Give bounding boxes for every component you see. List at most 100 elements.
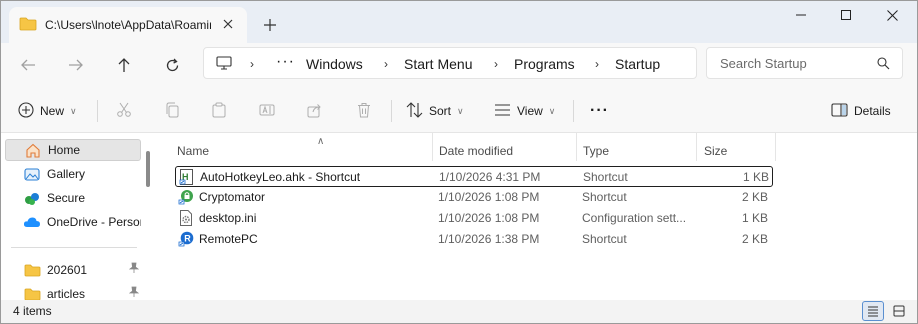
svg-text:R: R: [184, 234, 191, 244]
file-name: Cryptomator: [199, 190, 266, 204]
file-row-desktop-ini[interactable]: desktop.ini 1/10/2026 1:08 PM Configurat…: [175, 208, 773, 229]
close-tab-icon[interactable]: [219, 15, 237, 33]
address-bar[interactable]: › ··· Windows › Start Menu › Programs › …: [203, 47, 697, 79]
file-size: 2 KB: [741, 190, 768, 204]
remotepc-icon: R: [178, 231, 194, 247]
view-button[interactable]: View ∨: [494, 100, 555, 122]
column-header-type[interactable]: Type: [583, 139, 693, 163]
file-date: 1/10/2026 4:31 PM: [439, 170, 541, 184]
new-tab-button[interactable]: [259, 14, 281, 36]
settings-file-icon: [178, 210, 194, 226]
chevron-right-icon: ›: [250, 57, 254, 71]
copy-icon: [164, 102, 180, 121]
folder-icon: [23, 262, 41, 278]
file-name: RemotePC: [199, 232, 258, 246]
home-icon: [24, 142, 42, 158]
file-type: Shortcut: [582, 232, 627, 246]
search-icon: [877, 57, 890, 73]
column-header-label: Date modified: [439, 144, 514, 158]
breadcrumb-start-menu[interactable]: Start Menu: [404, 56, 472, 72]
scissors-icon: [116, 102, 132, 121]
file-name: AutoHotkeyLeo.ahk - Shortcut: [200, 170, 361, 184]
pin-icon[interactable]: [128, 262, 140, 277]
chevron-down-icon: ∨: [548, 105, 556, 116]
navigation-bar: › ··· Windows › Start Menu › Programs › …: [1, 43, 917, 86]
large-icons-view-button[interactable]: [888, 301, 910, 321]
sort-button[interactable]: Sort ∨: [406, 100, 464, 122]
more-icon: ···: [590, 102, 609, 119]
sidebar-item-label: Gallery: [47, 167, 86, 181]
column-divider[interactable]: [775, 133, 776, 161]
file-size: 1 KB: [741, 211, 768, 225]
delete-button[interactable]: [356, 100, 372, 122]
details-button[interactable]: Details: [831, 100, 891, 122]
copy-button[interactable]: [164, 100, 180, 122]
sidebar-item-onedrive[interactable]: OneDrive - Personal: [5, 211, 141, 233]
command-bar: New ∨ Sort ∨ View ∨ ··· Details: [1, 86, 917, 133]
sidebar-item-secure[interactable]: Secure: [5, 187, 141, 209]
breadcrumb-overflow[interactable]: ···: [276, 53, 295, 71]
chevron-down-icon: ∨: [457, 105, 464, 116]
sidebar-item-label: Home: [48, 143, 81, 157]
file-explorer-window: C:\Users\lnote\AppData\Roaming\Microsoft: [0, 0, 918, 324]
search-box[interactable]: Search Startup: [706, 47, 903, 79]
minimize-button[interactable]: [781, 5, 821, 25]
file-date: 1/10/2026 1:38 PM: [438, 232, 540, 246]
cut-button[interactable]: [116, 100, 132, 122]
gallery-icon: [23, 166, 41, 182]
close-window-button[interactable]: [872, 5, 912, 25]
file-size: 1 KB: [742, 170, 769, 184]
title-bar: C:\Users\lnote\AppData\Roaming\Microsoft: [1, 1, 917, 43]
column-header-date[interactable]: Date modified: [439, 139, 579, 163]
file-date: 1/10/2026 1:08 PM: [438, 190, 540, 204]
file-row-autohotkey[interactable]: H AutoHotkeyLeo.ahk - Shortcut 1/10/2026…: [175, 166, 773, 187]
sidebar-scrollbar[interactable]: [146, 151, 150, 187]
sidebar-item-202601[interactable]: 202601: [5, 259, 141, 281]
back-button[interactable]: [13, 51, 43, 79]
sort-label: Sort: [429, 104, 452, 118]
tab-current-folder[interactable]: C:\Users\lnote\AppData\Roaming\Microsoft: [9, 7, 247, 43]
share-button[interactable]: [307, 100, 323, 122]
column-header-size[interactable]: Size: [704, 139, 774, 163]
details-view-icon: [868, 306, 878, 317]
secure-icon: [23, 190, 41, 206]
pin-icon[interactable]: [128, 286, 140, 301]
breadcrumb-windows[interactable]: Windows: [306, 56, 363, 72]
ahk-file-icon: H: [179, 169, 195, 185]
more-options-button[interactable]: ···: [590, 100, 609, 122]
chevron-right-icon: ›: [595, 57, 599, 71]
details-view-button[interactable]: [862, 301, 884, 321]
forward-button[interactable]: [61, 51, 91, 79]
file-name: desktop.ini: [199, 211, 257, 225]
new-button[interactable]: New ∨: [18, 100, 77, 122]
rename-button[interactable]: [259, 100, 275, 122]
tiles-view-icon: [893, 305, 905, 317]
onedrive-icon: [23, 214, 41, 230]
breadcrumb-programs[interactable]: Programs: [514, 56, 575, 72]
maximize-button[interactable]: [826, 5, 866, 25]
chevron-right-icon: ›: [384, 57, 388, 71]
file-type: Shortcut: [582, 190, 627, 204]
sidebar-item-label: Secure: [47, 191, 86, 205]
paste-button[interactable]: [211, 100, 227, 122]
sidebar-item-gallery[interactable]: Gallery: [5, 163, 141, 185]
chevron-down-icon: ∨: [70, 105, 77, 116]
search-input[interactable]: Search Startup: [720, 56, 807, 71]
rename-icon: [259, 102, 275, 121]
toolbar-divider: [97, 100, 98, 122]
file-type: Configuration sett...: [582, 211, 687, 225]
up-button[interactable]: [109, 51, 139, 79]
column-header-name[interactable]: Name ∧: [177, 136, 433, 163]
sidebar-item-label: OneDrive - Personal: [47, 215, 141, 229]
column-divider[interactable]: [432, 133, 433, 161]
toolbar-divider: [391, 100, 392, 122]
refresh-button[interactable]: [157, 51, 187, 79]
column-divider[interactable]: [576, 133, 577, 161]
file-size: 2 KB: [741, 232, 768, 246]
file-row-cryptomator[interactable]: Cryptomator 1/10/2026 1:08 PM Shortcut 2…: [175, 187, 773, 208]
file-row-remotepc[interactable]: R RemotePC 1/10/2026 1:38 PM Shortcut 2 …: [175, 229, 773, 250]
sidebar-divider: [11, 247, 137, 248]
column-divider[interactable]: [696, 133, 697, 161]
sidebar-item-home[interactable]: Home: [5, 139, 141, 161]
breadcrumb-startup[interactable]: Startup: [615, 56, 660, 72]
